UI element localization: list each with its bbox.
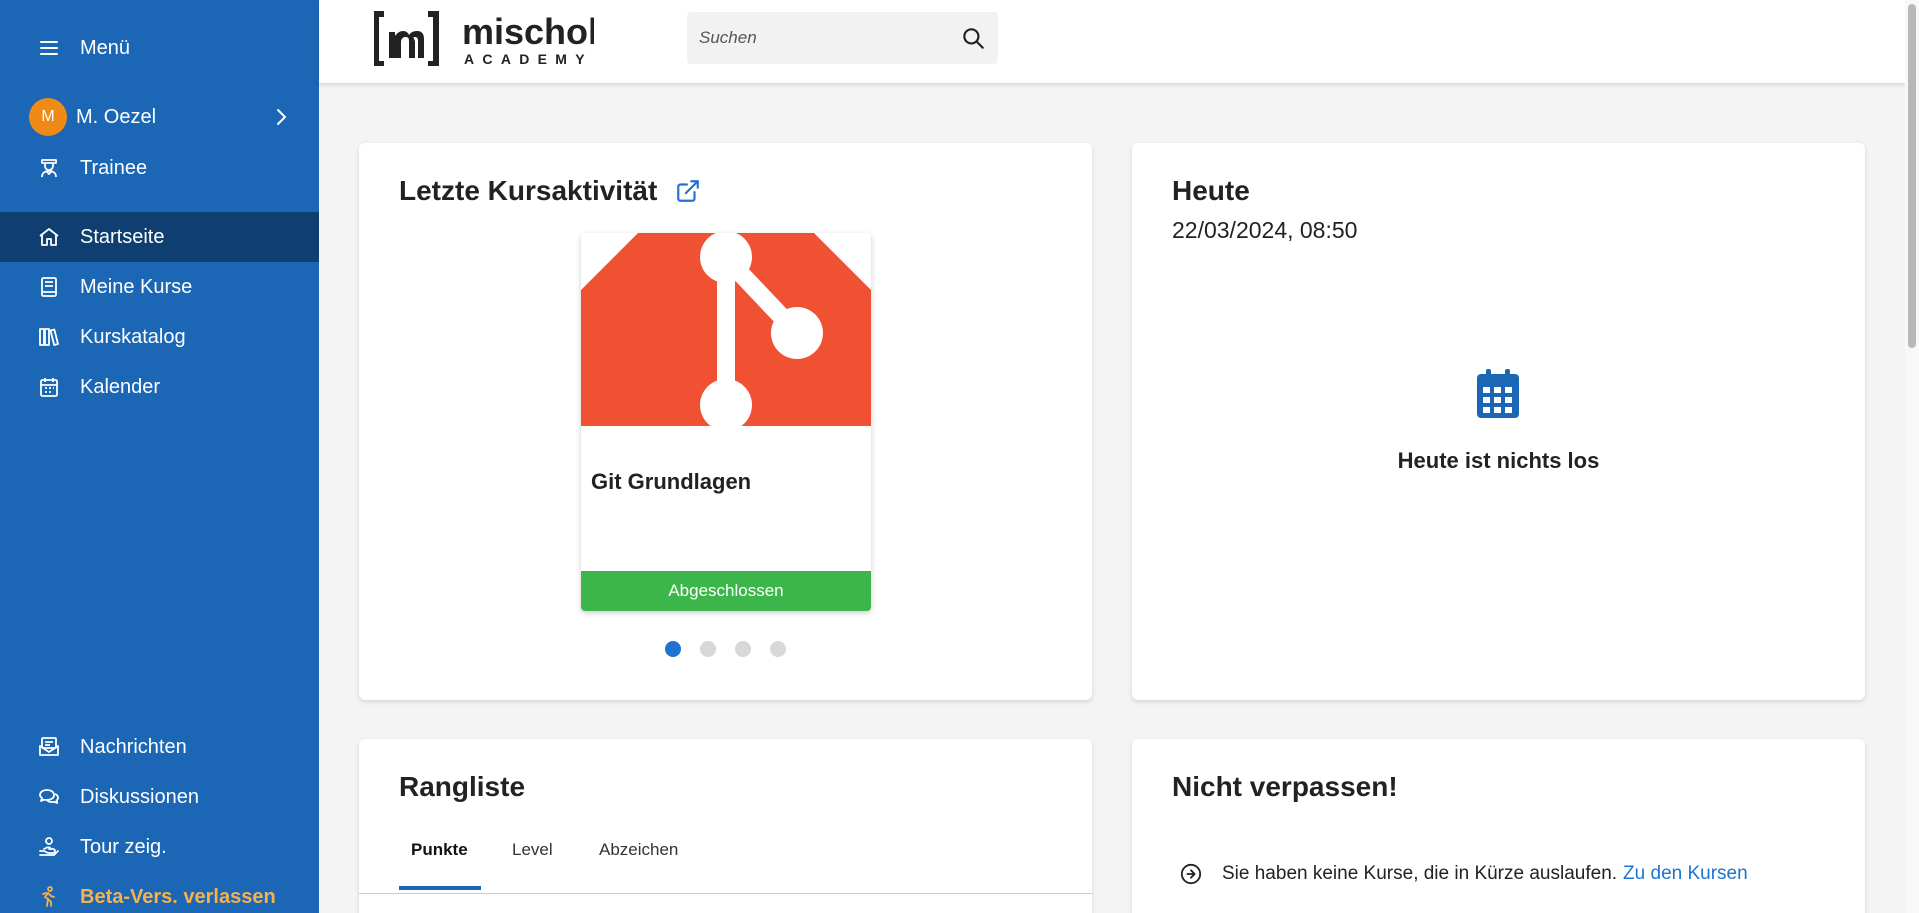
- reminder-row: Sie haben keine Kurse, die in Kürze ausl…: [1180, 863, 1748, 885]
- carousel-dot-3[interactable]: [735, 641, 751, 657]
- svg-text:ACADEMY: ACADEMY: [464, 51, 593, 66]
- carousel-dot-4[interactable]: [770, 641, 786, 657]
- tab-punkte[interactable]: Punkte: [411, 840, 468, 860]
- tab-level[interactable]: Level: [512, 840, 553, 860]
- today-empty-message: Heute ist nichts los: [1397, 448, 1600, 473]
- book-icon: [36, 274, 62, 300]
- sidebar-item-label: Tour zeig.: [80, 835, 167, 858]
- sidebar-item-startseite[interactable]: Startseite: [0, 212, 319, 262]
- graduate-icon: [36, 155, 62, 181]
- avatar: M: [29, 98, 67, 136]
- external-link-icon[interactable]: [675, 178, 701, 204]
- calendar-icon: [1477, 369, 1519, 418]
- mail-icon: [36, 734, 62, 760]
- sidebar-item-label: Nachrichten: [80, 735, 187, 758]
- today-datetime: 22/03/2024, 08:50: [1172, 217, 1358, 243]
- carousel-dot-1[interactable]: [665, 641, 681, 657]
- chevron-right-icon: [277, 109, 287, 125]
- mischok-logo[interactable]: mischok ACADEMY: [374, 10, 594, 66]
- sidebar-item-meine-kurse[interactable]: Meine Kurse: [0, 262, 319, 312]
- sidebar-item-nachrichten[interactable]: Nachrichten: [0, 722, 319, 772]
- course-activity-header: Letzte Kursaktivität: [399, 175, 701, 207]
- sidebar-item-label: Kalender: [80, 375, 161, 398]
- sidebar-item-kalender[interactable]: Kalender: [0, 362, 319, 412]
- reminder-title: Nicht verpassen!: [1172, 771, 1398, 802]
- chat-icon: [36, 784, 62, 810]
- search-icon[interactable]: [960, 25, 986, 51]
- walk-icon: [36, 884, 62, 910]
- sidebar-item-tour[interactable]: Tour zeig.: [0, 822, 319, 872]
- course-activity-title: Letzte Kursaktivität: [399, 175, 658, 206]
- ranking-title: Rangliste: [399, 771, 526, 802]
- calendar-icon: [36, 374, 62, 400]
- user-name: M. Oezel: [76, 105, 157, 128]
- library-icon: [36, 324, 62, 350]
- sidebar: Menü M M. Oezel Trainee Startseite Meine…: [0, 0, 319, 913]
- course-status-badge: Abgeschlossen: [581, 571, 871, 611]
- reminder-card: Nicht verpassen! Sie haben keine Kurse, …: [1132, 739, 1865, 913]
- menu-label: Menü: [80, 36, 131, 59]
- role-item: Trainee: [0, 143, 319, 193]
- sidebar-item-label: Kurskatalog: [80, 325, 186, 348]
- carousel-dot-2[interactable]: [700, 641, 716, 657]
- sidebar-item-label: Meine Kurse: [80, 275, 193, 298]
- git-logo-image: [581, 233, 871, 426]
- scrollbar-thumb[interactable]: [1908, 4, 1916, 348]
- go-to-courses-link[interactable]: Zu den Kursen: [1623, 863, 1748, 885]
- search-input[interactable]: [699, 28, 960, 48]
- tab-abzeichen[interactable]: Abzeichen: [599, 840, 678, 860]
- reminder-message: Sie haben keine Kurse, die in Kürze ausl…: [1222, 863, 1618, 884]
- sidebar-item-label: Beta-Vers. verlassen: [80, 885, 276, 908]
- sidebar-item-label: Diskussionen: [80, 785, 199, 808]
- home-icon: [36, 224, 62, 250]
- arrow-circle-right-icon: [1180, 863, 1202, 885]
- course-activity-card: Letzte Kursaktivität Git Grundlagen Abge…: [359, 143, 1092, 700]
- menu-toggle[interactable]: Menü: [0, 23, 319, 73]
- search-box[interactable]: [687, 12, 998, 64]
- page-scrollbar[interactable]: [1905, 0, 1919, 913]
- hand-icon: [36, 834, 62, 860]
- course-tile[interactable]: Git Grundlagen Abgeschlossen: [581, 233, 871, 611]
- top-header: mischok ACADEMY: [319, 0, 1905, 83]
- user-profile-link[interactable]: M M. Oezel: [0, 92, 319, 142]
- today-card: Heute 22/03/2024, 08:50 Heute ist nichts…: [1132, 143, 1865, 700]
- today-title: Heute: [1172, 175, 1250, 206]
- role-label: Trainee: [80, 156, 148, 179]
- svg-text:mischok: mischok: [462, 11, 594, 52]
- course-name: Git Grundlagen: [591, 469, 752, 494]
- sidebar-item-label: Startseite: [80, 225, 165, 248]
- hamburger-icon: [36, 35, 62, 61]
- sidebar-item-kurskatalog[interactable]: Kurskatalog: [0, 312, 319, 362]
- sidebar-item-diskussionen[interactable]: Diskussionen: [0, 772, 319, 822]
- sidebar-item-beta-exit[interactable]: Beta-Vers. verlassen: [0, 872, 319, 913]
- ranking-card: Rangliste: [359, 739, 1092, 913]
